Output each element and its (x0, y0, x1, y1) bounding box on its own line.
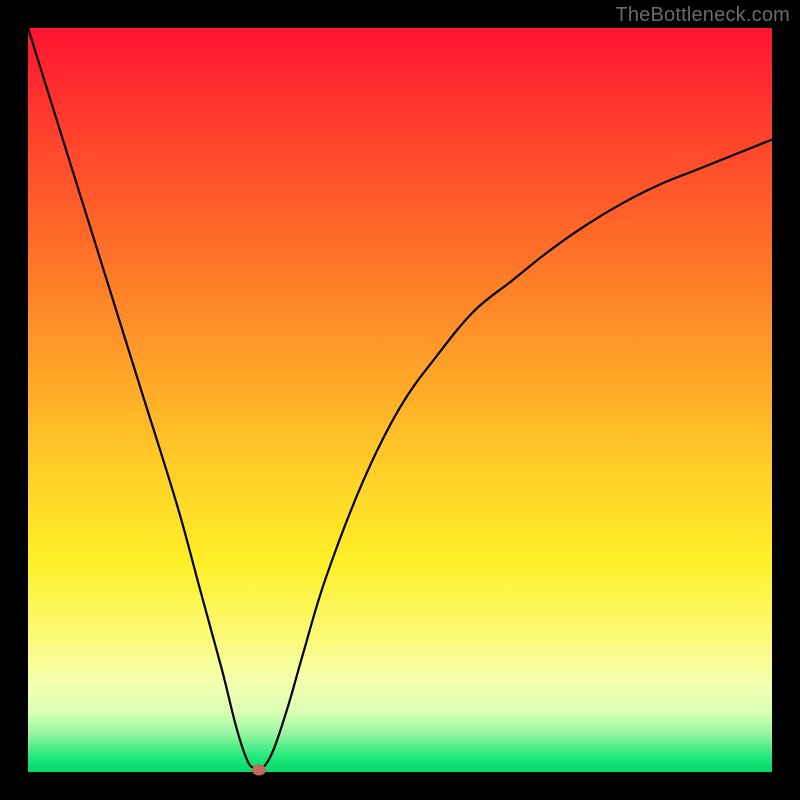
bottleneck-curve-path (28, 28, 772, 770)
curve-svg (28, 28, 772, 772)
minimum-marker (252, 764, 266, 775)
plot-area (28, 28, 772, 772)
chart-frame: TheBottleneck.com (0, 0, 800, 800)
watermark-text: TheBottleneck.com (615, 4, 790, 27)
